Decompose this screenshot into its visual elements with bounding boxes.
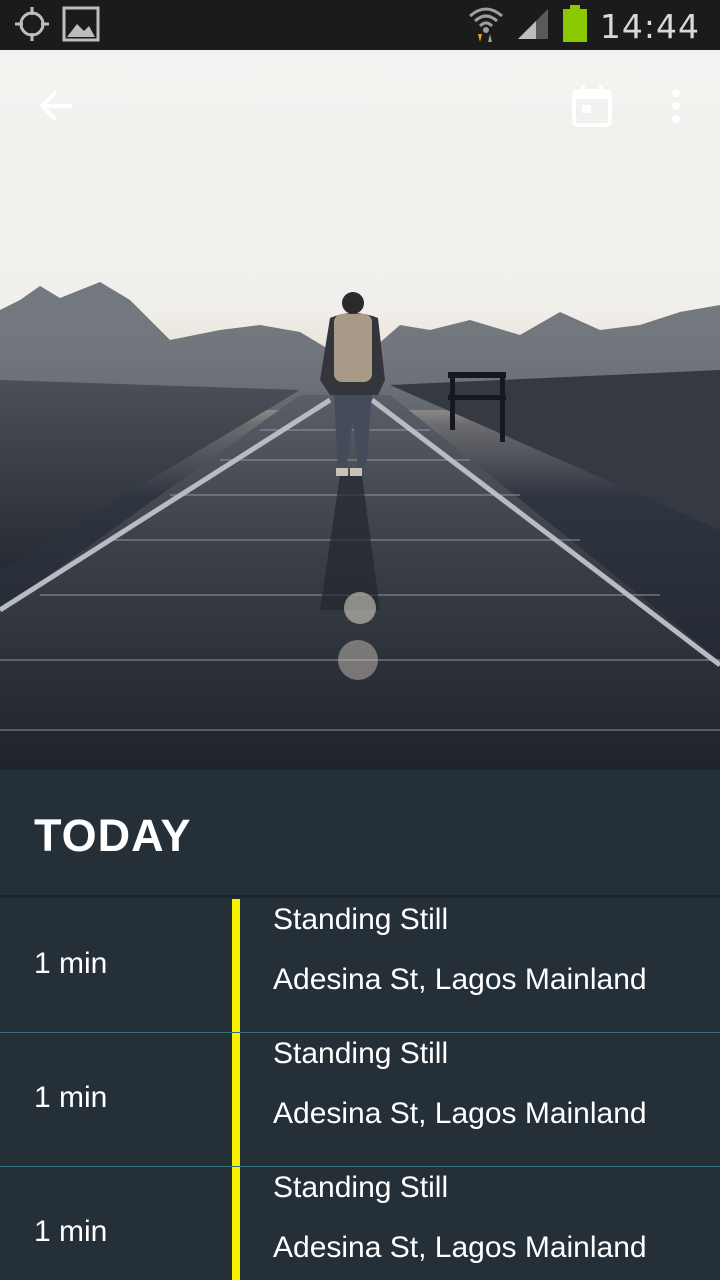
activity-row[interactable]: 1 min Standing Still Adesina St, Lagos M… xyxy=(0,1033,720,1167)
gps-icon xyxy=(14,6,50,47)
status-time: 14:44 xyxy=(599,7,700,46)
status-right-icons: 14:44 xyxy=(468,4,700,49)
section-divider xyxy=(0,895,720,898)
activity-panel: TODAY 1 min Standing Still Adesina St, L… xyxy=(0,770,720,1280)
more-vert-icon xyxy=(671,88,681,129)
toolbar xyxy=(0,50,720,162)
activity-status: Standing Still xyxy=(273,1037,449,1070)
arrow-back-icon xyxy=(38,88,74,129)
wifi-icon xyxy=(468,4,504,49)
battery-icon xyxy=(562,5,588,48)
activity-status: Standing Still xyxy=(273,1171,449,1204)
status-left-icons xyxy=(14,6,100,47)
activity-location: Adesina St, Lagos Mainland xyxy=(273,1231,647,1264)
image-icon xyxy=(62,6,100,47)
status-bar: 14:44 xyxy=(0,0,720,50)
calendar-icon xyxy=(572,84,612,132)
activity-duration: 1 min xyxy=(34,1081,108,1114)
more-options-button[interactable] xyxy=(650,76,702,140)
signal-icon xyxy=(516,7,550,46)
activity-status: Standing Still xyxy=(273,903,449,936)
section-title: TODAY xyxy=(34,810,192,861)
back-button[interactable] xyxy=(26,78,86,138)
activity-duration: 1 min xyxy=(34,947,108,980)
activity-location: Adesina St, Lagos Mainland xyxy=(273,963,647,996)
calendar-button[interactable] xyxy=(560,76,624,140)
activity-row[interactable]: 1 min Standing Still Adesina St, Lagos M… xyxy=(0,899,720,1033)
activity-row[interactable]: 1 min Standing Still Adesina St, Lagos M… xyxy=(0,1167,720,1280)
activity-location: Adesina St, Lagos Mainland xyxy=(273,1097,647,1130)
activity-duration: 1 min xyxy=(34,1215,108,1248)
